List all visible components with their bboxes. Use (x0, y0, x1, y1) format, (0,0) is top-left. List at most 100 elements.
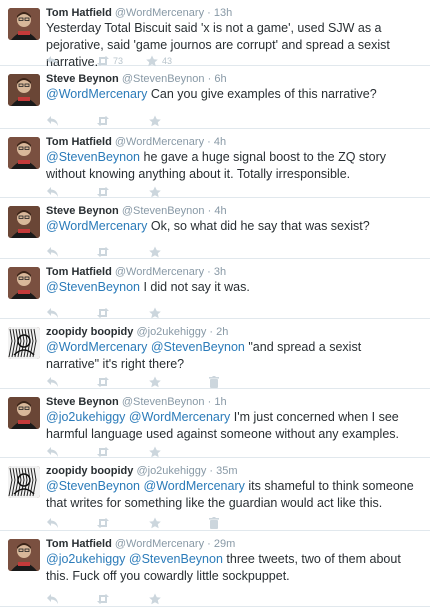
favorite-button[interactable] (148, 591, 165, 607)
avatar[interactable] (8, 137, 40, 169)
author-handle[interactable]: @WordMercenary (115, 266, 204, 278)
author-name[interactable]: Steve Beynon (46, 396, 119, 408)
star-icon[interactable] (148, 244, 162, 260)
favorite-button[interactable] (148, 374, 165, 390)
avatar[interactable] (8, 267, 40, 299)
avatar[interactable] (8, 466, 40, 498)
author-name[interactable]: zoopidy boopidy (46, 326, 133, 338)
author-name[interactable]: Steve Beynon (46, 73, 119, 85)
star-icon[interactable] (148, 374, 162, 390)
tweet[interactable]: Steve Beynon @StevenBeynon · 6h @WordMerc… (0, 66, 430, 129)
tweet[interactable]: Tom Hatfield @WordMercenary · 29m @jo2uke… (0, 531, 430, 607)
timestamp[interactable]: 1h (214, 396, 226, 408)
author-name[interactable]: Tom Hatfield (46, 136, 112, 148)
timestamp[interactable]: 3h (214, 266, 226, 278)
star-icon[interactable] (148, 113, 162, 129)
trash-icon[interactable] (207, 374, 221, 390)
retweet-button[interactable] (96, 244, 113, 260)
avatar[interactable] (8, 397, 40, 429)
tweet-header: zoopidy boopidy @jo2ukehiggy · 2h (46, 325, 422, 339)
retweet-button[interactable] (96, 113, 113, 129)
reply-icon[interactable] (46, 374, 60, 390)
mention-link[interactable]: @StevenBeynon (46, 479, 140, 493)
favorite-button[interactable] (148, 244, 165, 260)
author-handle[interactable]: @StevenBeynon (122, 396, 205, 408)
tweet-actions (46, 374, 221, 390)
mention-link[interactable]: @StevenBeynon (46, 280, 140, 294)
retweet-button[interactable] (96, 374, 113, 390)
mention-link[interactable]: @StevenBeynon (46, 150, 140, 164)
reply-icon[interactable] (46, 591, 60, 607)
timestamp[interactable]: 35m (216, 465, 237, 477)
author-name[interactable]: Steve Beynon (46, 205, 119, 217)
mention-link[interactable]: @WordMercenary (46, 219, 147, 233)
author-handle[interactable]: @StevenBeynon (122, 73, 205, 85)
timestamp[interactable]: 6h (214, 73, 226, 85)
tweet[interactable]: Tom Hatfield @WordMercenary · 4h @StevenB… (0, 129, 430, 198)
mention-link[interactable]: @StevenBeynon (129, 552, 223, 566)
tweet[interactable]: Steve Beynon @StevenBeynon · 1h @jo2ukehi… (0, 389, 430, 458)
separator-dot: · (207, 205, 212, 217)
mention-link[interactable]: @WordMercenary (46, 340, 147, 354)
tweet-header: Tom Hatfield @WordMercenary · 4h (46, 135, 422, 149)
author-name[interactable]: Tom Hatfield (46, 7, 112, 19)
retweet-icon[interactable] (96, 113, 110, 129)
retweet-icon[interactable] (96, 515, 110, 531)
tweet-text: @WordMercenary @StevenBeynon "and spread… (46, 339, 416, 373)
tweet[interactable]: zoopidy boopidy @jo2ukehiggy · 35m @Steve… (0, 458, 430, 531)
retweet-icon[interactable] (96, 374, 110, 390)
avatar[interactable] (8, 539, 40, 571)
separator-dot: · (207, 538, 211, 550)
favorite-button[interactable] (148, 113, 165, 129)
author-handle[interactable]: @jo2ukehiggy (136, 326, 206, 338)
separator-dot: · (207, 73, 212, 85)
trash-icon[interactable] (207, 515, 221, 531)
tweet-text: @WordMercenary Ok, so what did he say th… (46, 218, 416, 235)
avatar[interactable] (8, 206, 40, 238)
mention-link[interactable]: @jo2ukehiggy (46, 410, 125, 424)
star-icon[interactable] (148, 515, 162, 531)
star-icon[interactable] (148, 591, 162, 607)
retweet-icon[interactable] (96, 591, 110, 607)
tweet[interactable]: Steve Beynon @StevenBeynon · 4h @WordMerc… (0, 198, 430, 259)
tweet-header: Tom Hatfield @WordMercenary · 13h (46, 6, 422, 20)
tweet-header: zoopidy boopidy @jo2ukehiggy · 35m (46, 464, 422, 478)
avatar[interactable] (8, 74, 40, 106)
timestamp[interactable]: 13h (214, 7, 232, 19)
author-handle[interactable]: @WordMercenary (115, 7, 204, 19)
tweet-header: Steve Beynon @StevenBeynon · 4h (46, 204, 422, 218)
avatar[interactable] (8, 327, 40, 359)
mention-link[interactable]: @WordMercenary (46, 87, 147, 101)
tweet[interactable]: Tom Hatfield @WordMercenary · 3h @StevenB… (0, 259, 430, 319)
mention-link[interactable]: @WordMercenary (144, 479, 245, 493)
tweet-actions (46, 515, 221, 531)
mention-link[interactable]: @jo2ukehiggy (46, 552, 125, 566)
tweet[interactable]: Tom Hatfield @WordMercenary · 13h Yesterd… (0, 0, 430, 69)
timestamp[interactable]: 29m (214, 538, 235, 550)
author-handle[interactable]: @WordMercenary (115, 538, 204, 550)
author-handle[interactable]: @jo2ukehiggy (136, 465, 206, 477)
author-name[interactable]: Tom Hatfield (46, 266, 112, 278)
timestamp[interactable]: 4h (214, 205, 226, 217)
tweet-text: @StevenBeynon he gave a huge signal boos… (46, 149, 416, 183)
favorite-button[interactable] (148, 515, 165, 531)
reply-icon[interactable] (46, 113, 60, 129)
author-name[interactable]: Tom Hatfield (46, 538, 112, 550)
timestamp[interactable]: 2h (216, 326, 228, 338)
reply-icon[interactable] (46, 244, 60, 260)
tweet[interactable]: zoopidy boopidy @jo2ukehiggy · 2h @WordMe… (0, 319, 430, 389)
separator-dot: · (207, 266, 211, 278)
retweet-button[interactable] (96, 515, 113, 531)
mention-link[interactable]: @StevenBeynon (151, 340, 245, 354)
retweet-button[interactable] (96, 591, 113, 607)
tweet-header: Tom Hatfield @WordMercenary · 29m (46, 537, 422, 551)
author-name[interactable]: zoopidy boopidy (46, 465, 133, 477)
retweet-icon[interactable] (96, 244, 110, 260)
author-handle[interactable]: @WordMercenary (115, 136, 204, 148)
reply-icon[interactable] (46, 515, 60, 531)
author-handle[interactable]: @StevenBeynon (122, 205, 205, 217)
timestamp[interactable]: 4h (214, 136, 226, 148)
mention-link[interactable]: @WordMercenary (129, 410, 230, 424)
tweet-actions (46, 244, 165, 260)
avatar[interactable] (8, 8, 40, 40)
